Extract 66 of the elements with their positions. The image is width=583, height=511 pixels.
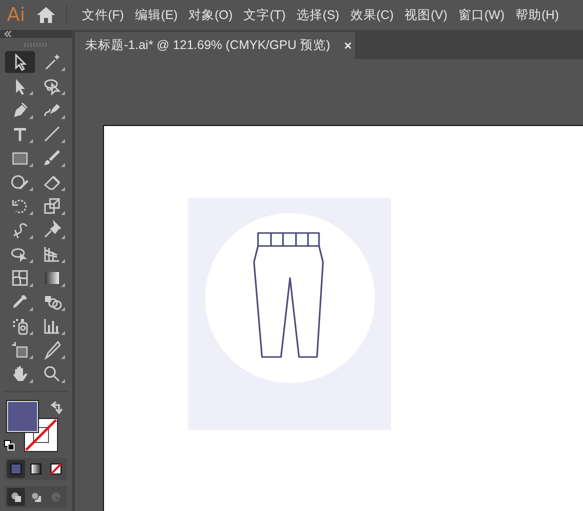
perspective-grid-icon xyxy=(42,244,62,264)
mesh-icon xyxy=(10,268,30,288)
search-icon xyxy=(42,364,62,384)
corner-triangle-icon xyxy=(61,331,65,335)
pushpin-icon xyxy=(42,220,62,240)
gradient-swatch-icon xyxy=(30,463,42,475)
menu-item[interactable]: 视图(V) xyxy=(400,6,452,24)
menu-item[interactable]: 文件(F) xyxy=(77,6,129,24)
collapse-icon[interactable] xyxy=(4,31,12,37)
document-tab[interactable]: 未标题-1.ai* @ 121.69% (CMYK/GPU 预览) × xyxy=(75,32,355,59)
corner-triangle-icon xyxy=(29,91,33,95)
corner-triangle-icon xyxy=(29,139,33,143)
menu-item[interactable]: 选择(S) xyxy=(292,6,344,24)
corner-triangle-icon xyxy=(61,259,65,263)
swap-arrow-icon[interactable] xyxy=(50,400,64,414)
corner-triangle-icon xyxy=(29,259,33,263)
bar-chart-icon xyxy=(42,316,62,336)
corner-triangle-icon xyxy=(61,211,65,215)
corner-triangle-icon xyxy=(61,235,65,239)
corner-triangle-icon xyxy=(29,235,33,239)
corner-triangle-icon xyxy=(29,163,33,167)
scale-icon xyxy=(42,196,62,216)
corner-triangle-icon xyxy=(61,283,65,287)
menu-item[interactable]: 对象(O) xyxy=(184,6,238,24)
artboard-icon xyxy=(10,340,30,360)
corner-triangle-icon xyxy=(61,139,65,143)
brush-icon xyxy=(42,148,62,168)
corner-triangle-icon xyxy=(61,115,65,119)
corner-triangle-icon xyxy=(29,115,33,119)
spray-can-icon xyxy=(10,316,30,336)
draw-normal-icon xyxy=(10,491,22,503)
home-icon[interactable] xyxy=(36,6,56,24)
corner-triangle-icon xyxy=(61,163,65,167)
solid-color-icon xyxy=(10,463,22,475)
corner-triangle-icon xyxy=(61,187,65,191)
draw-behind-icon xyxy=(30,491,42,503)
draw-normal-button[interactable] xyxy=(7,488,25,506)
fill-swatch[interactable] xyxy=(7,401,38,432)
corner-triangle-icon xyxy=(61,355,65,359)
corner-triangle-icon xyxy=(29,379,33,383)
draw-inside-icon xyxy=(50,491,62,503)
selection-tool[interactable] xyxy=(5,51,35,73)
line-icon xyxy=(42,124,62,144)
knife-icon xyxy=(42,340,62,360)
color-mode-button[interactable] xyxy=(7,460,25,478)
close-tab-button[interactable]: × xyxy=(344,38,352,53)
grip-icon[interactable] xyxy=(24,43,48,47)
menu-item[interactable]: 帮助(H) xyxy=(510,6,564,24)
menu-item[interactable]: 效果(C) xyxy=(345,6,399,24)
corner-triangle-icon xyxy=(29,187,33,191)
corner-triangle-icon xyxy=(61,67,65,71)
corner-triangle-icon xyxy=(29,355,33,359)
corner-triangle-icon xyxy=(29,307,33,311)
corner-triangle-icon xyxy=(29,331,33,335)
document-title: 未标题-1.ai* @ 121.69% (CMYK/GPU 预览) xyxy=(85,37,330,54)
default-colors-icon[interactable] xyxy=(4,440,15,451)
menu-item[interactable]: 窗口(W) xyxy=(453,6,510,24)
corner-triangle-icon xyxy=(29,283,33,287)
corner-triangle-icon xyxy=(29,211,33,215)
app-logo: Ai xyxy=(6,4,26,26)
corner-triangle-icon xyxy=(61,379,65,383)
menu-item[interactable]: 编辑(E) xyxy=(130,6,183,24)
corner-triangle-icon xyxy=(61,307,65,311)
menu-item[interactable]: 文字(T) xyxy=(238,6,291,24)
corner-triangle-icon xyxy=(61,91,65,95)
no-fill-icon xyxy=(50,463,62,475)
